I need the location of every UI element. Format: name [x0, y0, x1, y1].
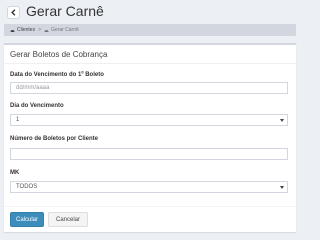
page-title: Gerar Carnê	[26, 3, 104, 19]
due-day-select[interactable]: 1	[10, 114, 288, 126]
boletos-per-client-input[interactable]	[10, 148, 288, 160]
divider	[4, 63, 296, 64]
dashboard-icon	[44, 29, 49, 32]
chevron-left-icon	[11, 9, 16, 16]
first-due-date-placeholder: dd/mm/aaaa	[16, 85, 50, 91]
page: Gerar Carnê Clientes > Gerar Carnê Gerar…	[0, 0, 300, 237]
breadcrumb-separator: >	[38, 27, 41, 33]
back-button[interactable]	[7, 6, 20, 19]
breadcrumb-item-current: Gerar Carnê	[44, 27, 79, 33]
divider	[4, 206, 296, 207]
breadcrumb-label: Gerar Carnê	[51, 27, 79, 33]
first-due-date-label: Data do Vencimento do 1º Boleto	[10, 72, 104, 78]
mk-select[interactable]: TODOS	[10, 181, 288, 193]
due-day-label: Dia do Vencimento	[10, 103, 64, 109]
form-card: Gerar Boletos de Cobrança Data do Vencim…	[4, 43, 296, 232]
breadcrumb-label: Clientes	[17, 27, 36, 33]
dashboard-icon	[10, 29, 15, 32]
mk-value: TODOS	[16, 184, 38, 190]
page-header: Gerar Carnê	[0, 0, 300, 24]
breadcrumb-item-clientes[interactable]: Clientes	[10, 27, 35, 33]
due-day-value: 1	[16, 117, 20, 123]
boletos-per-client-label: Número de Boletos por Cliente	[10, 136, 99, 142]
cancel-button[interactable]: Cancelar	[48, 212, 88, 227]
form-title: Gerar Boletos de Cobrança	[10, 50, 108, 59]
breadcrumb: Clientes > Gerar Carnê	[4, 24, 296, 36]
caret-down-icon	[280, 119, 284, 122]
calculate-button[interactable]: Calcular	[10, 212, 44, 227]
caret-down-icon	[280, 186, 284, 189]
mk-label: MK	[10, 170, 20, 176]
first-due-date-input[interactable]: dd/mm/aaaa	[10, 82, 288, 94]
